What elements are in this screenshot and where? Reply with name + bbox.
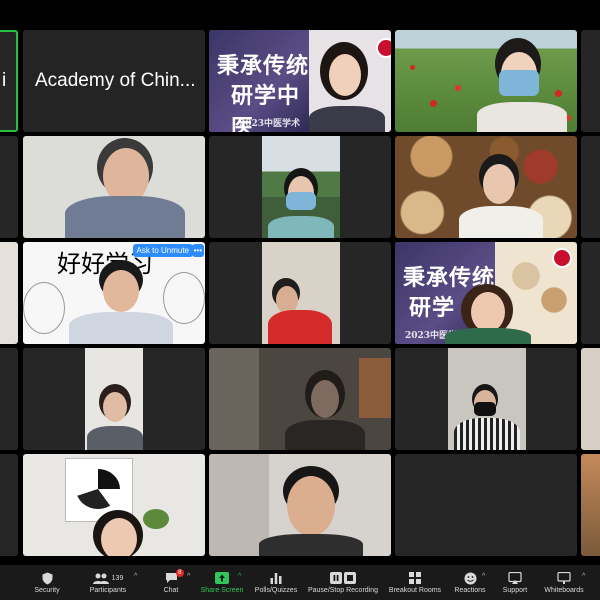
video-tile-red-shirt[interactable]: [209, 242, 391, 344]
seal-icon: [376, 38, 391, 58]
video-tile-man-blurred[interactable]: [209, 454, 391, 556]
participants-count: 139: [111, 574, 124, 582]
video-tile-masked-woman[interactable]: [209, 136, 391, 238]
whiteboards-caret-icon[interactable]: ^: [582, 573, 585, 580]
video-tile-partial-left-5[interactable]: [0, 454, 18, 556]
video-tile-art-room[interactable]: [23, 454, 205, 556]
cast-icon: [508, 571, 522, 585]
seal-icon: [552, 248, 572, 268]
security-label: Security: [34, 587, 60, 594]
video-tile-partial-left-4[interactable]: [0, 348, 18, 450]
banner-calligraphy-2: 研学: [409, 295, 456, 321]
meeting-toolbar: Security 139 Participants ^ 8 Chat ^ Sha…: [0, 565, 600, 600]
tile-name-fragment: i: [2, 70, 7, 91]
shield-icon: [42, 571, 53, 585]
shoulders: [477, 102, 567, 132]
chat-caret-icon[interactable]: ^: [187, 573, 190, 580]
security-button[interactable]: Security: [28, 565, 66, 600]
share-screen-label: Share Screen: [200, 587, 244, 594]
face: [329, 54, 361, 96]
video-feed: [262, 136, 340, 238]
participants-caret-icon[interactable]: ^: [134, 573, 137, 580]
video-feed: [262, 242, 340, 344]
video-tile-partial-right-3[interactable]: [581, 242, 600, 344]
share-screen-icon: [215, 571, 229, 585]
face-mask: [474, 402, 496, 416]
shoulders: [285, 420, 365, 450]
video-tile-partial-left-2[interactable]: [0, 136, 18, 238]
video-tile-partial-left[interactable]: i: [0, 30, 18, 132]
polls-label: Polls/Quizzes: [254, 587, 298, 594]
shoulders: [69, 312, 173, 344]
video-grid: i Academy of Chin... 秉承传统 研学中医 2023中医学术: [0, 0, 600, 565]
video-tile-empty[interactable]: [395, 454, 577, 556]
chat-button[interactable]: 8 Chat: [156, 565, 186, 600]
smiley-icon: [464, 571, 477, 585]
face-mask: [286, 192, 316, 210]
video-tile-banner-woman[interactable]: 秉承传统 研学中医 2023中医学术: [209, 30, 391, 132]
video-tile-poppy-field[interactable]: [395, 30, 577, 132]
support-button[interactable]: Support: [498, 565, 532, 600]
video-tile-partial-right[interactable]: [581, 30, 600, 132]
face: [103, 270, 139, 312]
pause-stop-recording-button[interactable]: Pause/Stop Recording: [306, 565, 380, 600]
reactions-label: Reactions: [454, 587, 486, 594]
breakout-rooms-icon: [409, 571, 421, 585]
face: [101, 518, 137, 556]
video-tile-academy[interactable]: Academy of Chin...: [23, 30, 205, 132]
video-tile-partial-right-5[interactable]: [581, 454, 600, 556]
ask-to-unmute-button[interactable]: Ask to Unmute: [132, 244, 193, 257]
banner-image: 秉承传统 研学中医 2023中医学术: [209, 30, 310, 132]
video-tile-partial-left-3[interactable]: [0, 242, 18, 344]
whiteboards-label: Whiteboards: [544, 587, 584, 594]
reactions-caret-icon[interactable]: ^: [482, 573, 485, 580]
face: [311, 380, 339, 418]
video-feed: [85, 348, 143, 450]
video-feed: [448, 348, 526, 450]
video-tile-manga-man[interactable]: 好好学习 Ask to Unmute •••: [23, 242, 205, 344]
participants-button[interactable]: 139 Participants: [84, 565, 132, 600]
participants-icon: 139: [92, 571, 124, 585]
polls-button[interactable]: Polls/Quizzes: [253, 565, 299, 600]
recording-label: Pause/Stop Recording: [307, 587, 379, 594]
shoulders: [309, 106, 385, 132]
reactions-button[interactable]: Reactions: [452, 565, 488, 600]
participants-label: Participants: [89, 587, 127, 594]
share-caret-icon[interactable]: ^: [238, 573, 241, 580]
face-mask: [499, 70, 539, 96]
video-tile-woman-window[interactable]: [23, 348, 205, 450]
chat-label: Chat: [163, 587, 179, 594]
bar-chart-icon: [270, 571, 282, 585]
chat-unread-badge: 8: [176, 569, 184, 577]
video-tile-man-glasses[interactable]: [23, 136, 205, 238]
face: [471, 292, 505, 332]
support-label: Support: [502, 587, 528, 594]
video-tile-partial-right-2[interactable]: [581, 136, 600, 238]
breakout-rooms-label: Breakout Rooms: [388, 587, 442, 594]
video-tile-partial-right-4[interactable]: [581, 348, 600, 450]
participant-name: Academy of Chin...: [35, 70, 196, 91]
breakout-rooms-button[interactable]: Breakout Rooms: [388, 565, 442, 600]
video-tile-banner-woman-2[interactable]: 秉承传统 研学 2023中医学术: [395, 242, 577, 344]
share-screen-button[interactable]: Share Screen: [200, 565, 244, 600]
whiteboards-button[interactable]: Whiteboards: [540, 565, 588, 600]
face: [287, 476, 335, 536]
face: [483, 164, 515, 204]
shoulders: [65, 196, 185, 238]
video-tile-black-mask-man[interactable]: [395, 348, 577, 450]
video-tile-dim-room[interactable]: [209, 348, 391, 450]
more-options-button[interactable]: •••: [191, 244, 204, 257]
chat-icon: 8: [165, 569, 184, 585]
shoulders: [459, 206, 543, 238]
banner-calligraphy: 秉承传统: [217, 53, 310, 79]
banner-small-text: 2023中医学术: [239, 119, 301, 129]
shoulders: [259, 534, 363, 556]
video-tile-herbs[interactable]: [395, 136, 577, 238]
shoulders: [445, 328, 531, 344]
whiteboard-icon: [557, 571, 571, 585]
pause-stop-icon: [330, 571, 356, 585]
